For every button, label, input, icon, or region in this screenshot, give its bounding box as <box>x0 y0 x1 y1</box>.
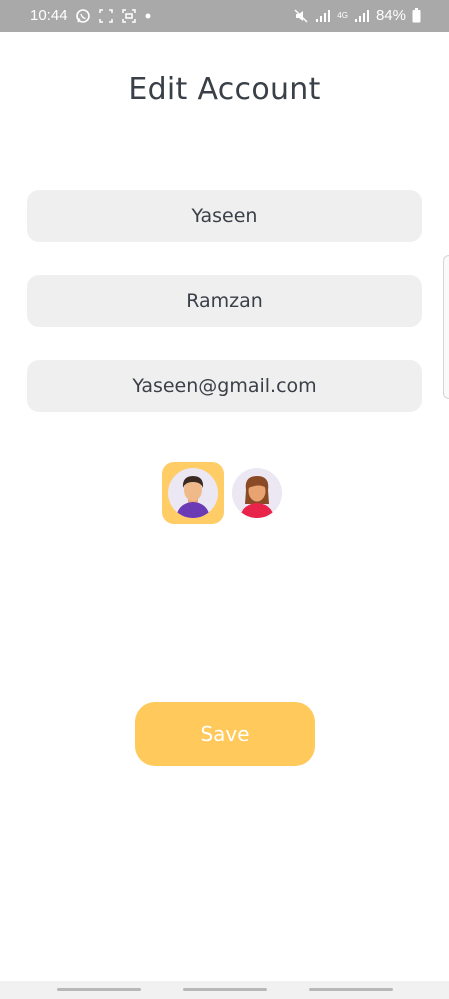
signal-icon <box>354 9 370 23</box>
status-bar: 10:44 4G 84% <box>0 0 449 32</box>
whatsapp-icon <box>75 8 91 24</box>
nav-recents-indicator[interactable] <box>57 988 141 991</box>
dot-icon <box>144 12 152 20</box>
email-field[interactable]: Yaseen@gmail.com <box>27 360 422 412</box>
wifi-signal-icon <box>315 9 331 23</box>
avatar-picker <box>162 462 288 526</box>
battery-icon <box>412 8 421 23</box>
edge-panel-handle[interactable] <box>443 255 449 399</box>
screenshot-icon <box>98 8 114 24</box>
nav-home-indicator[interactable] <box>183 988 267 991</box>
status-right: 4G 84% <box>293 7 421 24</box>
system-navigation-bar <box>0 981 449 999</box>
nav-back-indicator[interactable] <box>309 988 393 991</box>
save-button[interactable]: Save <box>135 702 315 766</box>
last-name-field[interactable]: Ramzan <box>27 275 422 327</box>
female-avatar-option[interactable] <box>226 462 288 524</box>
male-avatar-icon <box>168 468 218 518</box>
first-name-field[interactable]: Yaseen <box>27 190 422 242</box>
mute-icon <box>293 8 309 24</box>
page-title: Edit Account <box>128 72 321 108</box>
female-avatar-icon <box>232 468 282 518</box>
network-type: 4G <box>337 10 348 20</box>
battery-percent: 84% <box>375 7 406 24</box>
scan-icon <box>121 8 137 24</box>
status-left: 10:44 <box>30 7 152 24</box>
male-avatar-option[interactable] <box>162 462 224 524</box>
status-time: 10:44 <box>30 7 68 24</box>
